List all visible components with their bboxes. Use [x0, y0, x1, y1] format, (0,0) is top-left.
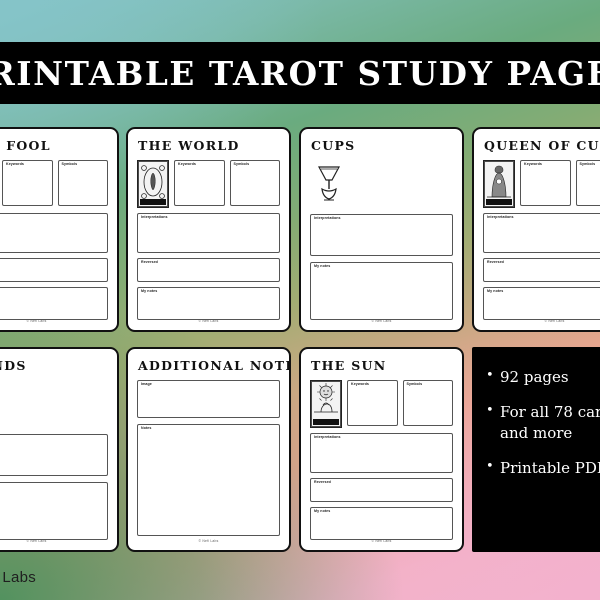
info-bullet: 92 pages: [486, 367, 600, 387]
card-footer-credit: © Nefi Labs: [198, 318, 219, 323]
card-title: THE WORLD: [138, 138, 240, 153]
info-panel: 92 pages For all 78 cards and more Printab…: [472, 347, 600, 552]
interpretations-box[interactable]: Interpretations: [0, 433, 108, 477]
info-bullet: Printable PDF: [486, 458, 600, 478]
my-notes-box[interactable]: My notes: [137, 287, 280, 320]
my-notes-box[interactable]: My notes: [483, 287, 600, 320]
reversed-label: Reversed: [141, 259, 158, 264]
my-notes-label: My notes: [141, 289, 158, 294]
notes-label: Notes: [141, 425, 152, 430]
keywords-box[interactable]: Keywords: [347, 379, 398, 426]
reversed-label: Reversed: [487, 259, 504, 264]
card-body: THE FOOL Keywords Symbols Interpretation…: [0, 129, 117, 330]
interpretations-box[interactable]: Interpretations: [0, 212, 108, 253]
reversed-box[interactable]: Reversed: [137, 257, 280, 283]
interpretations-label: Interpretations: [314, 215, 341, 220]
study-page-card[interactable]: WANDS Interpretations My notes © Nefi La…: [0, 347, 119, 552]
card-title: WANDS: [0, 358, 27, 373]
page-title: PRINTABLE TAROT STUDY PAGES: [0, 53, 600, 93]
reversed-label: Reversed: [314, 479, 331, 484]
symbols-label: Symbols: [233, 161, 250, 166]
my-notes-box[interactable]: My notes: [310, 262, 453, 320]
my-notes-label: My notes: [314, 264, 331, 269]
study-page-card[interactable]: THE WORLD Keywords Symbols Interpretatio…: [126, 127, 291, 332]
my-notes-box[interactable]: My notes: [0, 482, 108, 540]
keywords-box[interactable]: Keywords: [520, 159, 571, 206]
my-notes-label: My notes: [314, 509, 331, 514]
keywords-label: Keywords: [524, 161, 542, 166]
cup-art: [312, 162, 346, 206]
symbols-box[interactable]: Symbols: [57, 159, 108, 206]
card-top-row: Keywords Symbols: [0, 159, 108, 208]
keywords-box[interactable]: Keywords: [2, 159, 53, 206]
my-notes-box[interactable]: My notes: [0, 287, 108, 320]
keywords-label: Keywords: [351, 381, 369, 386]
interpretations-label: Interpretations: [314, 434, 341, 439]
card-title: THE SUN: [311, 358, 387, 373]
card-title: THE FOOL: [0, 138, 51, 153]
card-top-row: Keywords Symbols: [483, 159, 600, 208]
my-notes-label: My notes: [487, 289, 504, 294]
interpretations-label: Interpretations: [141, 214, 168, 219]
study-page-card[interactable]: ADDITIONAL NOTES Image Notes © Nefi Labs: [126, 347, 291, 552]
interpretations-box[interactable]: Interpretations: [483, 212, 600, 253]
card-footer-credit: © Nefi Labs: [26, 318, 47, 323]
symbols-label: Symbols: [61, 161, 78, 166]
card-body: ADDITIONAL NOTES Image Notes © Nefi Labs: [128, 349, 289, 550]
card-body: QUEEN OF CUPS Keywords Symbols Interpret…: [474, 129, 600, 330]
queen-of-cups-thumb: [483, 159, 515, 208]
card-footer-credit: © Nefi Labs: [544, 318, 565, 323]
symbols-label: Symbols: [579, 161, 596, 166]
symbols-label: Symbols: [406, 381, 423, 386]
symbols-box[interactable]: Symbols: [402, 379, 453, 426]
card-footer-credit: © Nefi Labs: [198, 538, 219, 543]
info-bullet-list: 92 pages For all 78 cards and more Printab…: [486, 367, 600, 478]
card-title: QUEEN OF CUPS: [484, 138, 600, 153]
world-thumb: [137, 159, 169, 208]
card-title: ADDITIONAL NOTES: [138, 358, 291, 373]
card-footer-credit: © Nefi Labs: [26, 538, 47, 543]
card-top-row: Keywords Symbols: [310, 379, 453, 428]
watermark: Nefi Labs: [0, 569, 37, 586]
wand-art: [0, 382, 1, 426]
study-page-card[interactable]: THE SUN Keywords Symbols Interpretations…: [299, 347, 464, 552]
reversed-box[interactable]: Reversed: [483, 257, 600, 283]
card-body: THE WORLD Keywords Symbols Interpretatio…: [128, 129, 289, 330]
interpretations-box[interactable]: Interpretations: [310, 432, 453, 473]
card-footer-credit: © Nefi Labs: [371, 318, 392, 323]
interpretations-box[interactable]: Interpretations: [310, 213, 453, 257]
banner: PRINTABLE TAROT STUDY PAGES: [0, 42, 600, 104]
info-bullet: For all 78 cards and more: [486, 402, 600, 443]
interpretations-box[interactable]: Interpretations: [137, 212, 280, 253]
card-body: CUPS Interpretations My notes © Nefi Lab…: [301, 129, 462, 330]
notes-box[interactable]: Notes: [137, 423, 280, 536]
symbols-box[interactable]: Symbols: [229, 159, 280, 206]
my-notes-box[interactable]: My notes: [310, 507, 453, 540]
study-page-card[interactable]: QUEEN OF CUPS Keywords Symbols Interpret…: [472, 127, 600, 332]
interpretations-label: Interpretations: [487, 214, 514, 219]
poster-canvas: PRINTABLE TAROT STUDY PAGES THE FOOL Key…: [0, 0, 600, 600]
study-page-card[interactable]: CUPS Interpretations My notes © Nefi Lab…: [299, 127, 464, 332]
sun-thumb: [310, 379, 342, 428]
card-footer-credit: © Nefi Labs: [371, 538, 392, 543]
reversed-box[interactable]: Reversed: [0, 257, 108, 283]
keywords-label: Keywords: [178, 161, 196, 166]
study-page-card[interactable]: THE FOOL Keywords Symbols Interpretation…: [0, 127, 119, 332]
card-body: THE SUN Keywords Symbols Interpretations…: [301, 349, 462, 550]
keywords-label: Keywords: [6, 161, 24, 166]
image-label: Image: [141, 381, 152, 386]
symbols-box[interactable]: Symbols: [575, 159, 600, 206]
card-title: CUPS: [311, 138, 356, 153]
image-box[interactable]: Image: [137, 379, 280, 418]
card-top-row: Keywords Symbols: [137, 159, 280, 208]
reversed-box[interactable]: Reversed: [310, 477, 453, 503]
keywords-box[interactable]: Keywords: [174, 159, 225, 206]
card-body: WANDS Interpretations My notes © Nefi La…: [0, 349, 117, 550]
